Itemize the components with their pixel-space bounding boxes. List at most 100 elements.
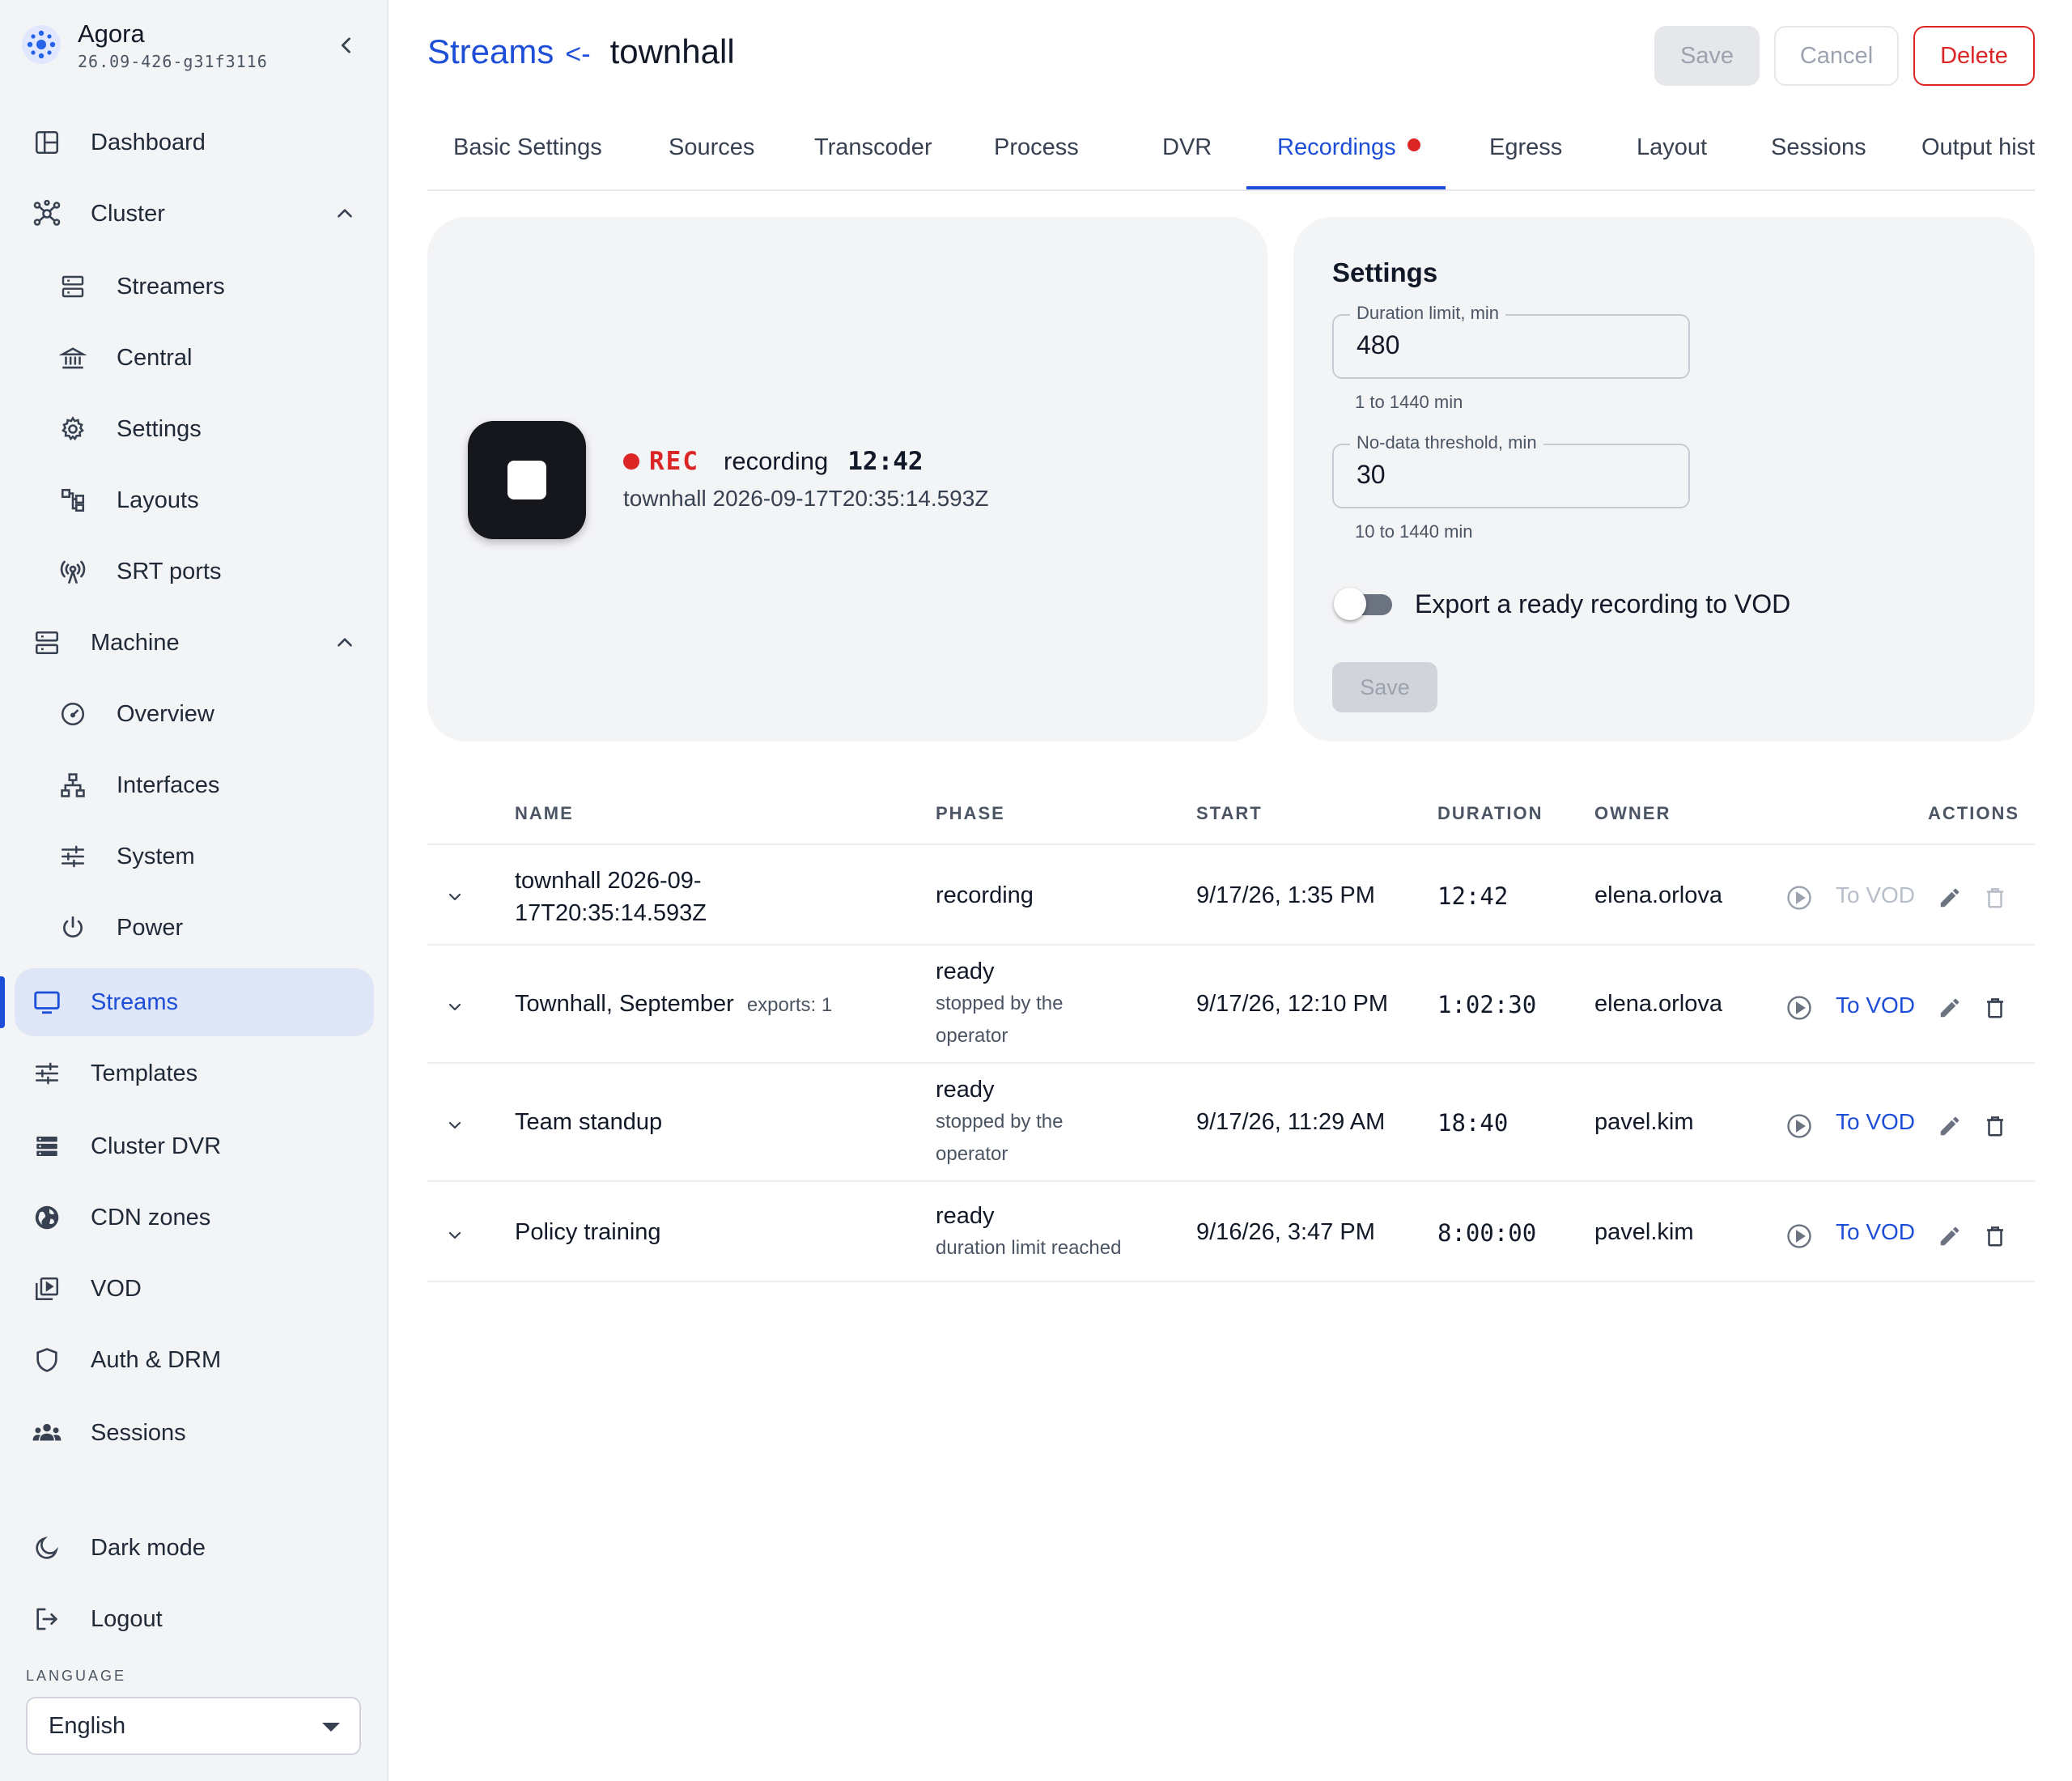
breadcrumb: Streams <- townhall [427,32,735,71]
recording-indicator-dot [1407,138,1420,151]
sidebar-item-label: Layouts [117,487,199,513]
breadcrumb-arrow: <- [565,39,591,70]
sidebar-item-cluster-dvr[interactable]: Cluster DVR [15,1112,374,1180]
sidebar-item-vod[interactable]: VOD [15,1255,374,1323]
logout-button[interactable]: Logout [15,1585,374,1653]
expand-row-button[interactable] [440,1221,469,1250]
sidebar-item-templates[interactable]: Templates [15,1039,374,1107]
collapse-sidebar-button[interactable] [330,29,363,62]
delete-recording-button[interactable] [1980,1111,2010,1141]
tab-sessions[interactable]: Sessions [1771,134,1866,161]
play-button[interactable] [1784,993,1815,1023]
sidebar-item-machine[interactable]: Machine [15,609,374,677]
to-vod-button[interactable]: To VOD [1836,1109,1915,1135]
sidebar-item-cluster[interactable]: Cluster [15,180,374,248]
to-vod-button[interactable]: To VOD [1836,993,1915,1018]
no-data-threshold-field[interactable]: No-data threshold, min 30 [1332,432,1690,508]
recording-name-cell: townhall 2026-09- 17T20:35:14.593Z [515,865,707,929]
sidebar-item-sessions[interactable]: Sessions [15,1399,374,1467]
stop-recording-button[interactable] [468,421,586,539]
play-button[interactable] [1784,1111,1815,1141]
edit-button[interactable] [1934,1111,1965,1141]
tab-recordings[interactable]: Recordings [1277,134,1420,161]
tab-process[interactable]: Process [994,134,1079,161]
play-circle-icon [1787,1224,1811,1248]
pencil-icon [1940,888,1959,908]
storage-icon [31,1130,63,1163]
tab-dvr[interactable]: DVR [1162,134,1212,161]
duration-limit-field[interactable]: Duration limit, min 480 [1332,303,1690,379]
sidebar-item-label: Cluster DVR [91,1133,222,1159]
sidebar-item-overview[interactable]: Overview [15,680,374,748]
chevron-up-icon[interactable] [330,199,359,228]
sidebar-item-dashboard[interactable]: Dashboard [15,108,374,176]
column-header-phase[interactable]: PHASE [936,803,1005,824]
duration-cell: 8:00:00 [1437,1219,1537,1247]
settings-save-button[interactable]: Save [1332,662,1437,712]
tab-transcoder[interactable]: Transcoder [814,134,932,161]
column-header-duration[interactable]: DURATION [1437,803,1543,824]
sidebar-item-auth-drm[interactable]: Auth & DRM [15,1326,374,1394]
table-divider [427,1180,2035,1182]
to-vod-button[interactable]: To VOD [1836,1219,1915,1245]
sidebar-item-settings[interactable]: Settings [15,395,374,463]
tab-layout[interactable]: Layout [1637,134,1707,161]
monitor-icon [31,986,63,1018]
sidebar-item-srt-ports[interactable]: SRT ports [15,538,374,606]
edit-button[interactable] [1934,993,1965,1023]
to-vod-button[interactable]: To VOD [1836,882,1915,908]
breadcrumb-streams-link[interactable]: Streams [427,32,554,71]
cluster-icon [31,198,63,230]
delete-recording-button[interactable] [1980,993,2010,1023]
tab-basic-settings[interactable]: Basic Settings [453,134,602,161]
chevron-up-icon[interactable] [330,628,359,657]
save-button[interactable]: Save [1654,26,1760,86]
recording-phase: recording [724,447,829,475]
sidebar-item-label: Cluster [91,200,165,227]
cancel-button[interactable]: Cancel [1774,26,1899,86]
expand-row-button[interactable] [440,882,469,912]
sidebar-item-power[interactable]: Power [15,894,374,962]
globe-icon [31,1201,63,1234]
sidebar-item-streamers[interactable]: Streamers [15,253,374,321]
edit-button[interactable] [1934,882,1965,913]
duration-cell: 1:02:30 [1437,991,1537,1018]
column-header-start[interactable]: START [1196,803,1263,824]
export-to-vod-toggle[interactable] [1334,588,1394,620]
recording-name-cell: Townhall, September exports: 1 [515,991,832,1018]
delete-recording-button[interactable] [1980,1221,2010,1252]
sidebar-item-central[interactable]: Central [15,324,374,392]
owner-cell: pavel.kim [1594,1219,1694,1245]
phase-cell: ready duration limit reached [936,1200,1121,1265]
play-button[interactable] [1784,1221,1815,1252]
sidebar-item-interfaces[interactable]: Interfaces [15,751,374,819]
sidebar-item-system[interactable]: System [15,822,374,890]
tab-output-history[interactable]: Output hist [1921,134,2035,161]
trash-icon [1987,998,2003,1018]
tab-egress[interactable]: Egress [1489,134,1562,161]
sidebar-item-label: System [117,843,195,869]
dark-mode-toggle[interactable]: Dark mode [15,1514,374,1582]
sidebar-item-label: Sessions [91,1419,186,1446]
play-button[interactable] [1784,882,1815,913]
language-value: English [49,1712,126,1739]
phase-detail: stopped by the [936,1111,1064,1133]
edit-button[interactable] [1934,1221,1965,1252]
tab-sources[interactable]: Sources [669,134,754,161]
expand-row-button[interactable] [440,993,469,1022]
duration-cell: 18:40 [1437,1109,1509,1137]
sidebar-item-layouts[interactable]: Layouts [15,466,374,534]
language-select[interactable]: English [26,1697,361,1755]
column-header-owner[interactable]: OWNER [1594,803,1671,824]
delete-recording-button[interactable] [1980,882,2010,913]
toggle-knob [1334,588,1366,620]
server-icon [57,270,89,303]
expand-row-button[interactable] [440,1111,469,1140]
delete-button[interactable]: Delete [1913,26,2035,86]
sidebar-item-cdn-zones[interactable]: CDN zones [15,1184,374,1252]
users-icon [31,1417,63,1449]
column-header-name[interactable]: NAME [515,803,574,824]
sidebar-item-streams[interactable]: Streams [15,968,374,1036]
field-label: Duration limit, min [1350,303,1506,324]
trash-icon [1987,1226,2003,1247]
